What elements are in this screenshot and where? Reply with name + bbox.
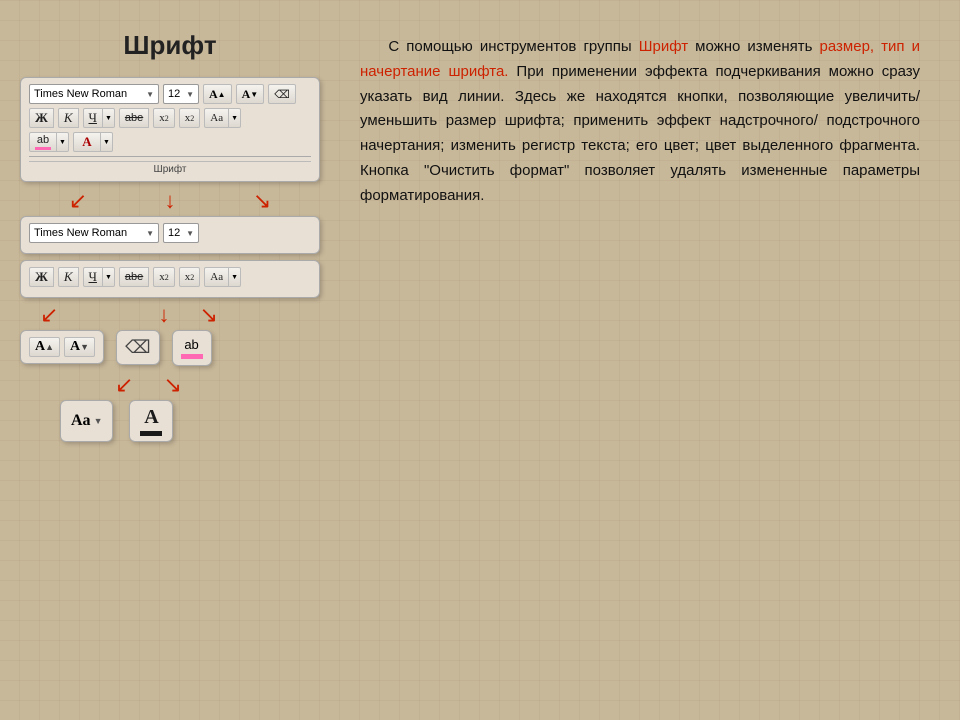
highlight-color-indicator [181, 354, 203, 359]
highlight-color-bar [35, 147, 51, 150]
font-size-select-2[interactable]: 12 ▼ [163, 223, 199, 243]
split-change-case-btn[interactable]: Aa [204, 267, 229, 287]
arrows-row-2: ↙ ↓ ↘ [20, 304, 320, 326]
clear-format-icon: ⌫ [125, 337, 150, 358]
highlight-srift: Шрифт [639, 38, 688, 55]
bold-btn[interactable]: Ж [29, 108, 54, 128]
bottom-isolated-row: A▲ A▼ ⌫ ab [20, 330, 320, 366]
size-arrow: ▼ [186, 90, 194, 99]
bottom-decrease-btn[interactable]: A▼ [64, 337, 95, 357]
split-change-case-arrow[interactable]: ▼ [229, 267, 241, 287]
split-toolbar-top: Times New Roman ▼ 12 ▼ [20, 216, 320, 254]
clear-format-btn[interactable]: ⌫ [268, 84, 296, 104]
font-size-select-1[interactable]: 12 ▼ [163, 84, 199, 104]
split-underline-btn[interactable]: Ч [83, 267, 103, 287]
aa-dropdown-arrow: ▼ [94, 416, 103, 426]
page-title: Шрифт [20, 30, 320, 61]
strikethrough-btn[interactable]: abe [119, 108, 149, 128]
highlight-ab-icon: ab [184, 337, 198, 352]
group-label: Шрифт [29, 161, 311, 175]
red-arrow-1: ↙ [69, 190, 87, 212]
change-case-btn[interactable]: Aa [204, 108, 229, 128]
increase-font-btn[interactable]: A▲ [203, 84, 232, 104]
underline-arrow[interactable]: ▼ [103, 108, 115, 128]
full-toolbar: Times New Roman ▼ 12 ▼ A▲ A▼ ⌫ [20, 77, 320, 182]
highlight-color-btn[interactable]: ab [29, 132, 57, 152]
red-arrow-6: ↘ [199, 304, 217, 326]
superscript-btn[interactable]: x2 [179, 108, 201, 128]
size-2-arrow: ▼ [186, 229, 194, 238]
clear-format-box: ⌫ [116, 330, 159, 365]
eraser-icon: ⌫ [274, 88, 290, 101]
split-superscript-btn[interactable]: x2 [179, 267, 201, 287]
font-color-icon: A [82, 134, 91, 150]
subscript-btn[interactable]: x2 [153, 108, 175, 128]
font-color-btn[interactable]: A [73, 132, 101, 152]
font-size-box: A▲ A▼ [20, 330, 104, 364]
split-italic-btn[interactable]: К [58, 267, 79, 287]
font-color-arrow[interactable]: ▼ [101, 132, 113, 152]
split-bold-btn[interactable]: Ж [29, 267, 54, 287]
red-arrow-2: ↓ [165, 190, 176, 212]
red-arrow-5: ↓ [158, 304, 169, 326]
decrease-font-btn[interactable]: A▼ [236, 84, 265, 104]
split-underline-arrow[interactable]: ▼ [103, 267, 115, 287]
highlight-box: ab [172, 330, 212, 366]
red-arrow-8: ↘ [163, 374, 181, 396]
highlight-icon: ab [37, 134, 49, 146]
split-subscript-btn[interactable]: x2 [153, 267, 175, 287]
red-arrow-7: ↙ [115, 374, 133, 396]
font-select-arrow: ▼ [146, 90, 154, 99]
red-arrow-3: ↘ [253, 190, 271, 212]
arrows-row-1: ↙ ↓ ↘ [20, 190, 320, 212]
highlight-arrow[interactable]: ▼ [57, 132, 69, 152]
description-text: С помощью инструментов группы Шрифт можн… [360, 35, 920, 208]
a-letter: A [144, 406, 158, 429]
italic-btn[interactable]: К [58, 108, 79, 128]
aa-label: Aa [71, 412, 91, 430]
right-panel: С помощью инструментов группы Шрифт можн… [340, 20, 940, 700]
separator [29, 156, 311, 157]
bottom-last-row: Aa ▼ A [60, 400, 320, 442]
a-font-color-btn[interactable]: A [129, 400, 173, 442]
red-arrow-4: ↙ [40, 304, 58, 326]
underline-btn[interactable]: Ч [83, 108, 103, 128]
a-color-bar [140, 431, 162, 436]
font-name-select-2[interactable]: Times New Roman ▼ [29, 223, 159, 243]
font-name-select-1[interactable]: Times New Roman ▼ [29, 84, 159, 104]
font-select-2-arrow: ▼ [146, 229, 154, 238]
bottom-increase-btn[interactable]: A▲ [29, 337, 60, 357]
arrows-row-3: ↙ ↘ [20, 374, 320, 396]
aa-style-btn[interactable]: Aa ▼ [60, 400, 113, 442]
split-toolbar-buttons: Ж К Ч ▼ abe x2 x2 Aa [20, 260, 320, 298]
split-strikethrough-btn[interactable]: abe [119, 267, 149, 287]
change-case-arrow[interactable]: ▼ [229, 108, 241, 128]
